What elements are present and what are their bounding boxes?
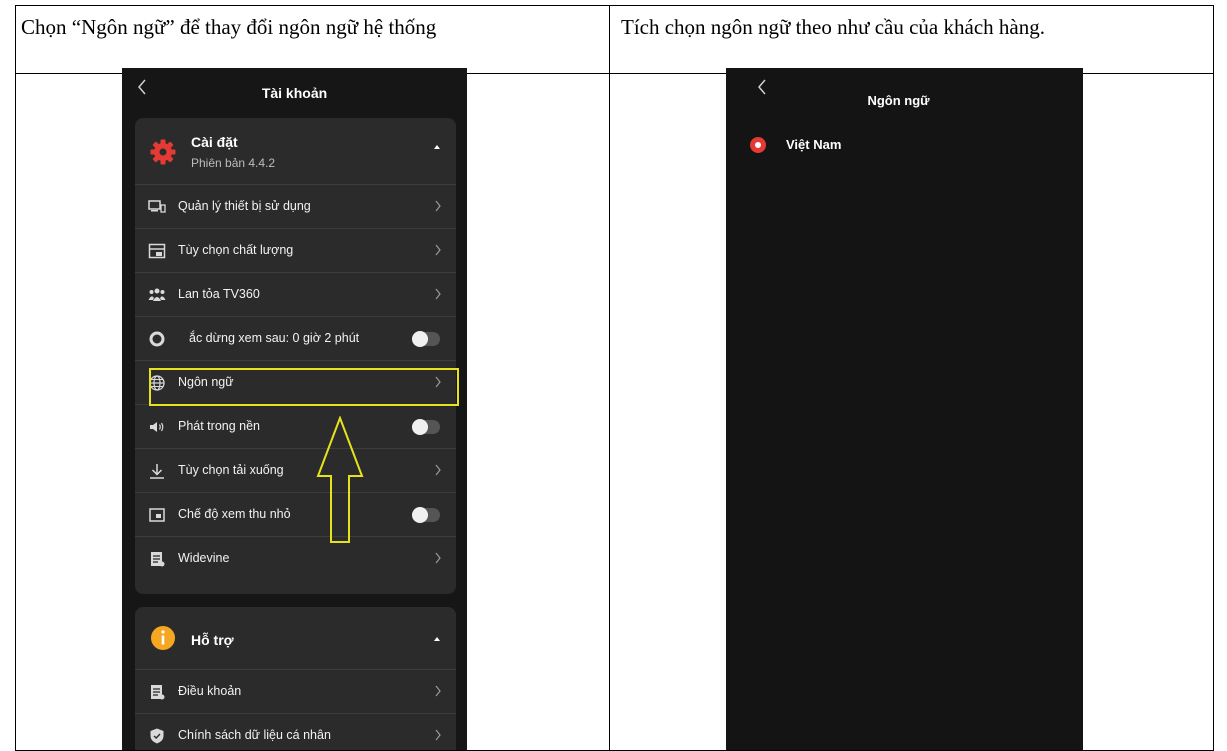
timer-icon xyxy=(148,330,166,348)
table-column-divider xyxy=(609,6,610,750)
language-screen: Ngôn ngữ Việt Nam xyxy=(726,68,1083,750)
page-title: Ngôn ngữ xyxy=(867,93,930,108)
background-play-toggle[interactable] xyxy=(412,419,440,435)
account-screen: Tài khoản Cài đặt Phiên bản 4.4.2 Quản l… xyxy=(122,68,467,750)
shield-icon xyxy=(148,727,166,745)
page-title: Tài khoản xyxy=(261,85,328,101)
right-header-cell: Tích chọn ngôn ngữ theo như cầu của khác… xyxy=(621,15,1045,39)
language-option-label: Việt Nam xyxy=(786,137,842,152)
chevron-right-icon xyxy=(434,288,442,300)
toggle-knob xyxy=(412,331,428,347)
gear-icon xyxy=(150,139,176,165)
settings-item-label: Tùy chọn chất lượng xyxy=(178,243,294,257)
chevron-right-icon xyxy=(434,200,442,212)
settings-item-label: Lan tỏa TV360 xyxy=(178,287,260,301)
settings-item-download[interactable]: Tùy chọn tải xuống xyxy=(135,448,456,492)
support-item-terms[interactable]: Điều khoản xyxy=(135,669,456,713)
settings-item-label: Ngôn ngữ xyxy=(178,375,234,389)
quality-icon xyxy=(148,242,166,260)
settings-card: Cài đặt Phiên bản 4.4.2 Quản lý thiết bị… xyxy=(135,118,456,594)
settings-item-label: ắc dừng xem sau: 0 giờ 2 phút xyxy=(189,331,360,345)
settings-item-label: Tùy chọn tải xuống xyxy=(178,463,284,477)
radio-dot xyxy=(755,142,761,148)
settings-item-label: Quản lý thiết bị sử dụng xyxy=(178,199,311,213)
radio-selected-icon[interactable] xyxy=(750,137,766,153)
globe-icon xyxy=(148,374,166,392)
support-item-label: Chính sách dữ liệu cá nhân xyxy=(178,728,331,742)
chevron-right-icon xyxy=(434,552,442,564)
settings-item-widevine[interactable]: Widevine xyxy=(135,536,456,580)
support-title: Hỗ trợ xyxy=(191,632,234,648)
collapse-caret-icon xyxy=(434,637,440,641)
app-bar: Ngôn ngữ xyxy=(726,68,1083,112)
toggle-knob xyxy=(412,507,428,523)
support-card: Hỗ trợ Điều khoản Chính sách dữ liệu cá … xyxy=(135,607,456,750)
settings-item-quality[interactable]: Tùy chọn chất lượng xyxy=(135,228,456,272)
settings-item-pip[interactable]: Chế độ xem thu nhỏ xyxy=(135,492,456,536)
group-icon xyxy=(148,286,166,304)
devices-icon xyxy=(148,198,166,216)
chevron-right-icon xyxy=(434,376,442,388)
support-header[interactable]: Hỗ trợ xyxy=(135,607,456,673)
settings-item-label: Phát trong nền xyxy=(178,419,261,433)
support-item-privacy[interactable]: Chính sách dữ liệu cá nhân xyxy=(135,713,456,750)
chevron-right-icon xyxy=(434,685,442,697)
document-icon xyxy=(148,683,166,701)
download-icon xyxy=(148,462,166,480)
chevron-right-icon xyxy=(434,464,442,476)
chevron-right-icon xyxy=(434,729,442,741)
settings-header[interactable]: Cài đặt Phiên bản 4.4.2 xyxy=(135,118,456,184)
app-bar: Tài khoản xyxy=(122,68,467,112)
settings-item-background-play[interactable]: Phát trong nền xyxy=(135,404,456,448)
settings-item-share[interactable]: Lan tỏa TV360 xyxy=(135,272,456,316)
collapse-caret-icon xyxy=(434,145,440,149)
toggle-knob xyxy=(412,419,428,435)
pip-icon xyxy=(148,506,166,524)
app-version: Phiên bản 4.4.2 xyxy=(191,156,276,170)
support-item-label: Điều khoản xyxy=(178,684,242,698)
settings-item-language[interactable]: Ngôn ngữ xyxy=(135,360,456,404)
settings-item-sleep-timer[interactable]: ắc dừng xem sau: 0 giờ 2 phút xyxy=(135,316,456,360)
settings-title: Cài đặt xyxy=(191,134,238,150)
sleep-timer-toggle[interactable] xyxy=(412,331,440,347)
settings-item-label: Widevine xyxy=(178,551,230,565)
pip-toggle[interactable] xyxy=(412,507,440,523)
left-header-cell: Chọn “Ngôn ngữ” để thay đổi ngôn ngữ hệ … xyxy=(21,15,437,39)
chevron-right-icon xyxy=(434,244,442,256)
document-icon xyxy=(148,550,166,568)
speaker-icon xyxy=(148,418,166,436)
info-icon xyxy=(151,626,175,650)
settings-item-label: Chế độ xem thu nhỏ xyxy=(178,507,291,521)
settings-item-devices[interactable]: Quản lý thiết bị sử dụng xyxy=(135,184,456,228)
up-arrow-annotation-icon xyxy=(316,416,364,543)
